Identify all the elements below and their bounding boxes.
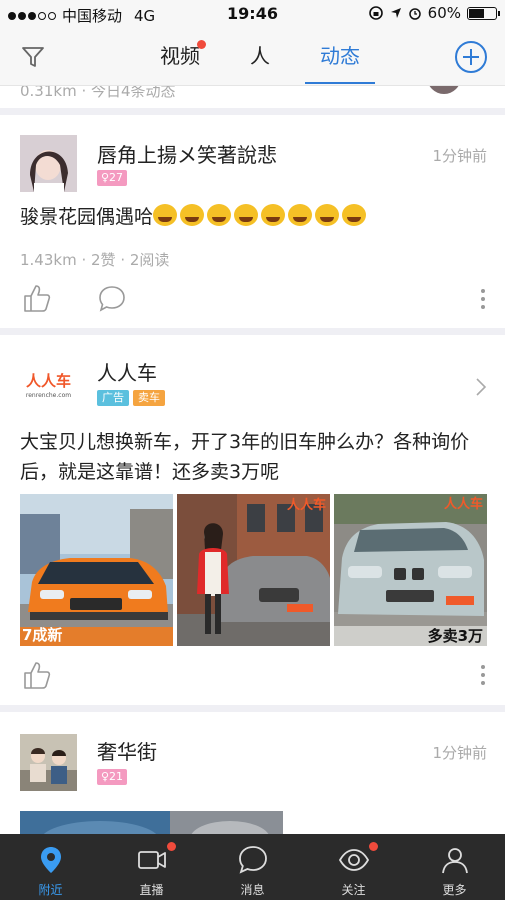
ad-tags: 广告 卖车 [97,386,169,406]
photo-watermark: 人人车 [443,497,483,512]
like-thumb-icon[interactable] [22,660,52,690]
bottom-tab-following[interactable]: 关注 [303,834,404,900]
add-post-button[interactable] [455,41,487,73]
ad-photo-grid: 7成新 人人车 人人车 多卖3万 [20,494,487,646]
advertiser-logo[interactable]: 人人车 renrenche.com [20,353,77,410]
chat-bubble-icon [238,846,267,874]
post-text: 骏景花园偶遇哈 [20,202,487,232]
ad-photo-2[interactable]: 人人车 [177,494,330,646]
previous-card-avatar[interactable] [427,86,461,94]
bottom-tab-label: 附近 [38,883,63,897]
bottom-tab-label: 更多 [442,883,467,897]
user-name[interactable]: 奢华街 [97,736,157,765]
tab-feed-label: 动态 [320,44,360,68]
more-options-icon[interactable] [481,289,485,313]
tab-video-badge [197,40,206,49]
post-photo[interactable] [20,811,283,834]
bottom-tab-live[interactable]: 直播 [101,834,202,900]
user-name[interactable]: 唇角上揚メ笑著說悲 [97,139,277,168]
bottom-tab-more[interactable]: 更多 [404,834,505,900]
live-badge-dot [167,842,176,851]
ad-label-tag: 广告 [97,390,129,406]
post-meta: 1.43km · 2赞 · 2阅读 [20,251,170,269]
rotation-lock-icon [368,6,383,20]
gender-age-badge: ♀21 [97,769,128,785]
laughing-tears-emoji-icon [342,204,367,226]
ad-photo-1[interactable]: 7成新 [20,494,173,646]
more-options-icon[interactable] [481,665,485,689]
ad-post-card[interactable]: 人人车 renrenche.com 人人车 广告 卖车 大宝贝儿想换新车，开了3年… [0,335,505,705]
location-pin-icon [40,847,61,873]
post-text-content: 骏景花园偶遇哈 [20,206,154,228]
divider [0,705,505,712]
bottom-tab-label: 关注 [341,883,366,897]
following-badge-dot [369,842,378,851]
divider [0,108,505,115]
laughing-tears-emoji-icon [261,204,286,226]
ad-photo-3[interactable]: 人人车 多卖3万 [334,494,487,646]
filter-funnel-icon[interactable] [20,44,46,70]
previous-card-meta: 0.31km · 今日4条动态 [20,86,176,100]
tab-feed[interactable]: 动态 [300,28,380,84]
laughing-tears-emoji-icon [288,204,313,226]
laughing-tears-emoji-icon [234,204,259,226]
laughing-tears-emoji-icon [207,204,232,226]
post-time: 1分钟前 [432,744,487,762]
status-right: 60% [368,4,500,22]
post-time: 1分钟前 [432,147,487,165]
logo-subtext: renrenche.com [26,392,71,399]
bottom-tab-bar: 附近 直播 消息 关注 更多 [0,834,505,900]
tab-video-label: 视频 [160,44,200,68]
divider [0,328,505,335]
photo-caption: 7成新 [22,626,63,644]
tab-video[interactable]: 视频 [140,28,220,84]
video-camera-icon [137,851,166,869]
top-navigation: 视频 人 动态 [0,28,505,86]
nav-tabs: 视频 人 动态 [140,28,380,84]
photo-caption: 多卖3万 [427,627,483,645]
alarm-clock-icon [408,8,421,20]
advertiser-name[interactable]: 人人车 [97,357,157,386]
logo-text: 人人车 [26,372,71,390]
bottom-tab-nearby[interactable]: 附近 [0,834,101,900]
bottom-tab-label: 直播 [139,883,164,897]
laughing-tears-emoji-icon [180,204,205,226]
laughing-emoji-row [153,204,369,228]
location-arrow-icon [390,8,401,18]
category-tag: 卖车 [133,390,165,406]
user-avatar[interactable] [20,734,77,791]
bottom-tab-label: 消息 [240,883,265,897]
status-bar: 中国移动 4G 19:46 60% [0,0,505,28]
tab-people-label: 人 [250,44,270,68]
ad-text: 大宝贝儿想换新车，开了3年的旧车肿么办？各种询价后，就是这靠谱！还多卖3万呢 [20,431,470,483]
feed-post-card[interactable]: 唇角上揚メ笑著說悲 ♀27 1分钟前 骏景花园偶遇哈 1.43km · 2赞 ·… [0,115,505,328]
tab-people[interactable]: 人 [220,28,300,84]
photo-watermark: 人人车 [286,498,326,513]
battery-percent: 60% [427,4,461,22]
user-avatar[interactable] [20,135,77,192]
chevron-right-icon[interactable] [475,377,487,397]
feed-post-card[interactable]: 奢华街 ♀21 1分钟前 [0,712,505,834]
person-icon [441,848,468,874]
comment-bubble-icon[interactable] [98,285,126,313]
previous-card-peek: 0.31km · 今日4条动态 [0,86,505,108]
laughing-tears-emoji-icon [315,204,340,226]
eye-icon [338,849,369,871]
battery-icon [467,6,500,20]
bottom-tab-messages[interactable]: 消息 [202,834,303,900]
like-thumb-icon[interactable] [22,283,52,313]
laughing-tears-emoji-icon [153,204,178,226]
gender-age-badge: ♀27 [97,170,128,186]
